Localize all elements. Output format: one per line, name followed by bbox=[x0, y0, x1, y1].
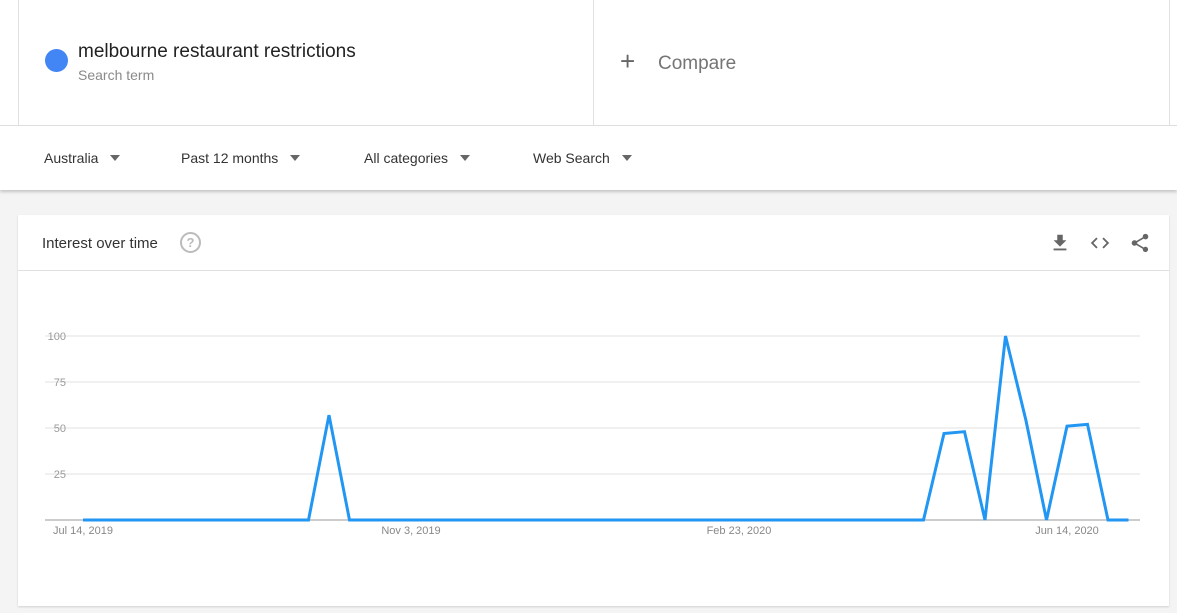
y-tick-label: 100 bbox=[48, 331, 66, 343]
time-range-dropdown[interactable]: Past 12 months bbox=[181, 150, 301, 166]
search-term-card[interactable]: melbourne restaurant restrictions Search… bbox=[18, 0, 594, 126]
category-label: All categories bbox=[364, 150, 449, 166]
category-dropdown[interactable]: All categories bbox=[364, 150, 471, 166]
chevron-down-icon bbox=[290, 155, 301, 161]
x-tick-label: Jun 14, 2020 bbox=[1035, 525, 1099, 537]
search-term-label[interactable]: melbourne restaurant restrictions bbox=[78, 41, 356, 63]
card-title: Interest over time bbox=[42, 235, 158, 252]
x-tick-label: Nov 3, 2019 bbox=[381, 525, 440, 537]
compare-button[interactable]: + Compare bbox=[594, 0, 1170, 126]
embed-icon[interactable] bbox=[1089, 232, 1111, 254]
region-dropdown[interactable]: Australia bbox=[44, 150, 121, 166]
plus-icon: + bbox=[620, 46, 636, 76]
share-icon[interactable] bbox=[1129, 232, 1151, 254]
search-terms-bar: melbourne restaurant restrictions Search… bbox=[0, 0, 1177, 126]
x-tick-label: Jul 14, 2019 bbox=[53, 525, 113, 537]
compare-label: Compare bbox=[658, 53, 737, 74]
line-chart: 25 50 75 100 Jul 14, 2019 Nov 3, 2019 Feb 23, … bbox=[45, 331, 1140, 537]
x-tick-label: Feb 23, 2020 bbox=[707, 525, 772, 537]
chevron-down-icon bbox=[460, 155, 471, 161]
term-color-dot bbox=[45, 49, 68, 72]
search-type-label: Web Search bbox=[533, 150, 610, 166]
y-tick-label: 75 bbox=[54, 377, 66, 389]
chevron-down-icon bbox=[621, 155, 632, 161]
time-range-label: Past 12 months bbox=[181, 150, 279, 166]
download-icon[interactable] bbox=[1049, 232, 1071, 254]
interest-over-time-card: Interest over time ? 25 50 75 100 Jul 14, 20… bbox=[18, 215, 1169, 606]
help-icon[interactable]: ? bbox=[180, 232, 201, 253]
y-tick-label: 25 bbox=[54, 469, 66, 481]
region-label: Australia bbox=[44, 150, 99, 166]
search-term-sublabel: Search term bbox=[78, 67, 155, 83]
filter-bar: Australia Past 12 months All categories … bbox=[0, 126, 1177, 190]
y-tick-label: 50 bbox=[54, 423, 66, 435]
search-type-dropdown[interactable]: Web Search bbox=[533, 150, 632, 166]
card-header: Interest over time ? bbox=[18, 215, 1169, 271]
chevron-down-icon bbox=[110, 155, 121, 161]
